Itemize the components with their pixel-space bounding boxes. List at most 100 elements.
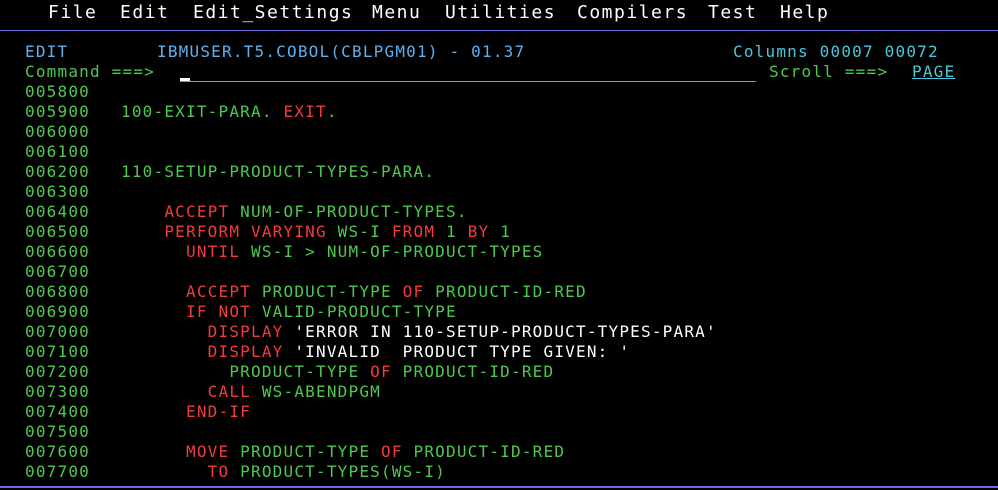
source-code[interactable]: END-IF: [121, 402, 251, 422]
edit-mode-label: EDIT: [25, 42, 69, 61]
line-number[interactable]: 007600: [25, 442, 90, 462]
source-line[interactable]: 006800 ACCEPT PRODUCT-TYPE OF PRODUCT-ID…: [0, 282, 998, 302]
source-line[interactable]: 006900 IF NOT VALID-PRODUCT-TYPE: [0, 302, 998, 322]
source-line[interactable]: 005900 100-EXIT-PARA. EXIT.: [0, 102, 998, 122]
source-line[interactable]: 005800: [0, 82, 998, 102]
menu-edit[interactable]: Edit: [120, 2, 169, 24]
code-token: 1: [489, 222, 512, 241]
line-number[interactable]: 006400: [25, 202, 90, 222]
source-line[interactable]: 007200 PRODUCT-TYPE OF PRODUCT-ID-RED: [0, 362, 998, 382]
menu-utilities[interactable]: Utilities: [445, 2, 556, 24]
cobol-keyword: TO: [207, 462, 230, 481]
menu-bar: File Edit Edit_Settings Menu Utilities C…: [0, 0, 998, 31]
cobol-keyword: FROM: [391, 222, 436, 241]
line-number[interactable]: 007500: [25, 422, 90, 442]
code-token: PRODUCT-ID-RED: [402, 442, 566, 461]
line-number[interactable]: 005900: [25, 102, 90, 122]
line-number[interactable]: 006100: [25, 142, 90, 162]
cobol-keyword: PERFORM VARYING: [164, 222, 327, 241]
cobol-keyword: BY: [467, 222, 490, 241]
text-cursor: [180, 78, 190, 81]
source-code[interactable]: 110-SETUP-PRODUCT-TYPES-PARA.: [121, 162, 435, 182]
source-code[interactable]: TO PRODUCT-TYPES(WS-I): [121, 462, 446, 482]
source-line[interactable]: 006500 PERFORM VARYING WS-I FROM 1 BY 1: [0, 222, 998, 242]
code-token: PRODUCT-TYPE: [229, 442, 382, 461]
source-line[interactable]: 007600 MOVE PRODUCT-TYPE OF PRODUCT-ID-R…: [0, 442, 998, 462]
menu-help[interactable]: Help: [780, 2, 829, 24]
source-line[interactable]: 006700: [0, 262, 998, 282]
command-line: Command ===> Scroll ===> PAGE: [0, 62, 998, 82]
source-code[interactable]: PRODUCT-TYPE OF PRODUCT-ID-RED: [121, 362, 554, 382]
cobol-keyword: ACCEPT: [164, 202, 230, 221]
source-code[interactable]: CALL WS-ABENDPGM: [121, 382, 381, 402]
menu-menu[interactable]: Menu: [372, 2, 421, 24]
cobol-keyword: EXIT: [283, 102, 327, 121]
source-line[interactable]: 007000 DISPLAY 'ERROR IN 110-SETUP-PRODU…: [0, 322, 998, 342]
source-line[interactable]: 007300 CALL WS-ABENDPGM: [0, 382, 998, 402]
cobol-keyword: MOVE: [186, 442, 230, 461]
columns-indicator: Columns 00007 00072: [733, 42, 939, 61]
source-line[interactable]: 007500: [0, 422, 998, 442]
source-line[interactable]: 006300: [0, 182, 998, 202]
source-line[interactable]: 006200 110-SETUP-PRODUCT-TYPES-PARA.: [0, 162, 998, 182]
line-number[interactable]: 006700: [25, 262, 90, 282]
line-number[interactable]: 007700: [25, 462, 90, 482]
source-line[interactable]: 006100: [0, 142, 998, 162]
cobol-keyword: DISPLAY: [207, 322, 284, 341]
source-line[interactable]: 007700 TO PRODUCT-TYPES(WS-I): [0, 462, 998, 482]
source-code[interactable]: 100-EXIT-PARA. EXIT.: [121, 102, 338, 122]
code-token: 1: [435, 222, 468, 241]
line-number[interactable]: 006200: [25, 162, 90, 182]
line-number[interactable]: 007300: [25, 382, 90, 402]
source-line[interactable]: 006600 UNTIL WS-I > NUM-OF-PRODUCT-TYPES: [0, 242, 998, 262]
code-token: WS-I > NUM-OF-PRODUCT-TYPES: [240, 242, 544, 261]
source-code[interactable]: DISPLAY 'ERROR IN 110-SETUP-PRODUCT-TYPE…: [121, 322, 717, 342]
title-line: EDIT IBMUSER.T5.COBOL(CBLPGM01) - 01.37 …: [0, 42, 998, 62]
source-line[interactable]: 007100 DISPLAY 'INVALID PRODUCT TYPE GIV…: [0, 342, 998, 362]
code-token: 110-SETUP-PRODUCT-TYPES-PARA.: [121, 162, 436, 181]
scroll-label: Scroll ===>: [769, 62, 889, 81]
line-number[interactable]: 006900: [25, 302, 90, 322]
line-number[interactable]: 006500: [25, 222, 90, 242]
menu-edit-settings[interactable]: Edit_Settings: [193, 2, 353, 24]
line-number[interactable]: 006300: [25, 182, 90, 202]
code-token: .: [326, 102, 338, 121]
command-input[interactable]: [180, 62, 756, 82]
scroll-amount-field[interactable]: PAGE: [912, 62, 955, 82]
line-number[interactable]: 007200: [25, 362, 90, 382]
line-number[interactable]: 006600: [25, 242, 90, 262]
cobol-keyword: OF: [381, 442, 403, 461]
code-token: 100-EXIT-PARA.: [121, 102, 284, 121]
source-code[interactable]: MOVE PRODUCT-TYPE OF PRODUCT-ID-RED: [121, 442, 565, 462]
dataset-name: IBMUSER.T5.COBOL(CBLPGM01) - 01.37: [157, 42, 526, 61]
cobol-keyword: UNTIL: [186, 242, 241, 261]
line-number[interactable]: 005800: [25, 82, 90, 102]
source-code[interactable]: ACCEPT NUM-OF-PRODUCT-TYPES.: [121, 202, 468, 222]
source-code[interactable]: UNTIL WS-I > NUM-OF-PRODUCT-TYPES: [121, 242, 544, 262]
source-line[interactable]: 007400 END-IF: [0, 402, 998, 422]
source-code[interactable]: IF NOT VALID-PRODUCT-TYPE: [121, 302, 457, 322]
line-number[interactable]: 007100: [25, 342, 90, 362]
code-token: PRODUCT-TYPE: [121, 362, 371, 381]
code-token: PRODUCT-TYPE: [251, 282, 403, 301]
line-number[interactable]: 007400: [25, 402, 90, 422]
source-code[interactable]: DISPLAY 'INVALID PRODUCT TYPE GIVEN: ': [121, 342, 630, 362]
menu-file[interactable]: File: [48, 2, 97, 24]
menu-test[interactable]: Test: [708, 2, 757, 24]
line-number[interactable]: 007000: [25, 322, 90, 342]
source-line[interactable]: 006000: [0, 122, 998, 142]
source-code[interactable]: PERFORM VARYING WS-I FROM 1 BY 1: [121, 222, 511, 242]
code-token: PRODUCT-ID-RED: [424, 282, 587, 301]
line-number[interactable]: 006000: [25, 122, 90, 142]
line-number[interactable]: 006800: [25, 282, 90, 302]
menu-compilers[interactable]: Compilers: [577, 2, 688, 24]
source-code[interactable]: ACCEPT PRODUCT-TYPE OF PRODUCT-ID-RED: [121, 282, 587, 302]
source-line[interactable]: 006400 ACCEPT NUM-OF-PRODUCT-TYPES.: [0, 202, 998, 222]
code-token: 'INVALID PRODUCT TYPE GIVEN: ': [283, 342, 631, 361]
